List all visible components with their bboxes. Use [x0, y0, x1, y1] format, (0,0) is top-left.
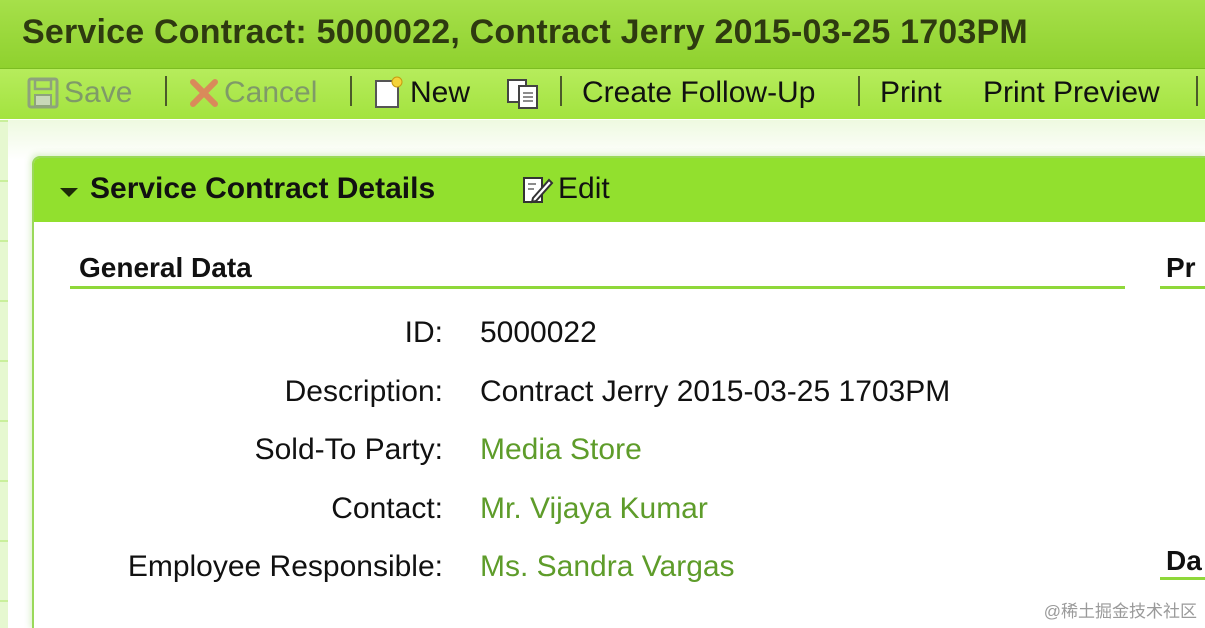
- toolbar-separator: [1196, 76, 1198, 106]
- left-frame-edge: [0, 120, 8, 628]
- page-title: Service Contract: 5000022, Contract Jerr…: [22, 13, 1028, 51]
- sold-to-party-link[interactable]: Media Store: [480, 433, 642, 467]
- contact-label: Contact:: [331, 492, 443, 525]
- toolbar-separator: [858, 76, 860, 106]
- watermark: @稀土掘金技术社区: [1043, 602, 1197, 621]
- contact-link[interactable]: Mr. Vijaya Kumar: [480, 492, 708, 526]
- employee-responsible-link[interactable]: Ms. Sandra Vargas: [480, 550, 735, 584]
- cancel-icon: [188, 77, 220, 109]
- toolbar-separator: [560, 76, 562, 106]
- right-section-title-truncated: Pr: [1166, 252, 1196, 283]
- cancel-label: Cancel: [224, 76, 318, 109]
- edit-label: Edit: [558, 172, 610, 205]
- employee-responsible-label: Employee Responsible:: [127, 550, 443, 583]
- print-preview-button[interactable]: Print Preview: [983, 69, 1160, 117]
- save-label: Save: [64, 76, 133, 109]
- right-section-divider: [1160, 286, 1205, 289]
- save-button[interactable]: Save: [26, 69, 132, 117]
- right-lower-section-divider: [1160, 577, 1205, 580]
- panel-title: Service Contract Details: [90, 172, 436, 205]
- panel-header: Service Contract Details Edit: [34, 158, 1205, 222]
- cancel-button[interactable]: Cancel: [188, 69, 317, 117]
- create-follow-up-button[interactable]: Create Follow-Up: [582, 69, 815, 117]
- new-button[interactable]: New: [370, 69, 470, 117]
- toolbar-separator: [350, 76, 352, 106]
- id-value: 5000022: [480, 316, 597, 349]
- copy-icon: [504, 75, 542, 111]
- id-label: ID:: [404, 316, 443, 349]
- general-data-title: General Data: [79, 252, 252, 283]
- new-document-icon: [370, 75, 406, 111]
- general-data-divider: [70, 286, 1125, 289]
- right-lower-section-title-truncated: Da: [1166, 545, 1202, 576]
- create-follow-up-label: Create Follow-Up: [582, 76, 816, 109]
- copy-button[interactable]: [504, 69, 546, 117]
- new-label: New: [410, 76, 471, 109]
- description-label: Description:: [284, 375, 443, 408]
- toolbar-separator: [165, 76, 167, 106]
- edit-button[interactable]: Edit: [520, 172, 610, 206]
- title-bar: Service Contract: 5000022, Contract Jerr…: [0, 0, 1205, 69]
- sold-to-party-label: Sold-To Party:: [254, 433, 443, 466]
- print-label: Print: [880, 76, 942, 109]
- edit-icon: [520, 172, 554, 206]
- save-icon: [26, 76, 60, 110]
- print-preview-label: Print Preview: [983, 76, 1160, 109]
- description-value: Contract Jerry 2015-03-25 1703PM: [480, 375, 951, 408]
- print-button[interactable]: Print: [880, 69, 942, 117]
- collapse-arrow-icon[interactable]: [60, 188, 78, 197]
